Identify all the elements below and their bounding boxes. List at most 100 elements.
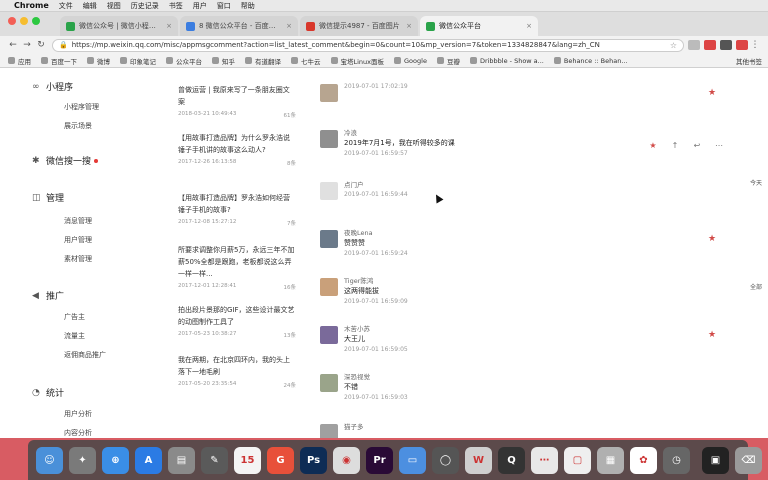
bookmark-item[interactable]: 百度一下 [41,56,77,66]
preview-icon[interactable]: ▤ [168,446,195,474]
bookmark-item[interactable]: 知乎 [212,56,235,66]
comment-nickname[interactable]: 深恐视觉 [344,372,644,382]
bookmark-item[interactable]: 微博 [87,56,110,66]
bookmark-item[interactable]: 宝塔Linux面板 [330,56,384,66]
avatar[interactable] [320,182,338,200]
pin-top-icon[interactable]: ↑ [664,141,686,150]
bookmark-item[interactable]: 公众平台 [166,56,202,66]
menu-item-history[interactable]: 历史记录 [131,1,159,11]
featured-star-icon[interactable]: ★ [708,88,716,98]
comment-nickname[interactable]: Tiger陈鸿 [344,276,644,286]
qq-icon[interactable]: Q [498,446,525,474]
bookmark-star-icon[interactable]: ☆ [670,41,677,50]
menu-item-edit[interactable]: 编辑 [83,1,97,11]
nav-item[interactable]: 展示场景 [64,121,92,131]
avatar[interactable] [320,374,338,392]
window-minimize-button[interactable] [20,17,28,25]
nav-section-2[interactable]: ◫ 管理 [32,191,64,205]
article-item[interactable]: 曾做运营 | 我原来写了一条朋友圈文案 2018-03-21 10:49:43 61… [178,84,296,119]
sketch-icon[interactable]: G [267,446,294,474]
wps-icon[interactable]: W [465,446,492,474]
launchpad-icon[interactable]: ✦ [69,446,96,474]
back-icon[interactable]: ← [6,40,20,50]
address-bar[interactable]: 🔒 https://mp.weixin.qq.com/misc/appmsgco… [52,38,684,52]
nav-item[interactable]: 广告主 [64,312,85,322]
bookmark-item[interactable]: 印象笔记 [120,56,156,66]
feature-star-icon[interactable]: ★ [642,141,664,150]
menu-item-view[interactable]: 视图 [107,1,121,11]
calendar-icon[interactable]: 15 [234,446,261,474]
menu-app-name[interactable]: Chrome [14,1,49,10]
trash-icon[interactable]: ⌫ [735,446,762,474]
extension-icon[interactable] [704,40,716,50]
wechat-icon[interactable]: ⋯ [531,446,558,474]
bookmark-item[interactable]: 豆瓣 [436,56,460,66]
reply-icon[interactable]: ↩ [686,141,708,150]
article-item[interactable]: 所要求调整你月薪5万，永远三年不加薪50%全都是跟跑，老板都说这么弄一样一样..… [178,244,296,291]
forward-icon[interactable]: → [20,40,34,50]
bookmark-item[interactable]: 有道翻译 [245,56,281,66]
nav-item[interactable]: 用户分析 [64,409,92,419]
avatar[interactable] [320,84,338,102]
more-icon[interactable]: ⋯ [708,141,730,150]
finder-icon[interactable]: ☺ [36,446,63,474]
other-bookmarks[interactable]: 其他书签 [736,56,762,66]
pen-icon[interactable]: ✎ [201,446,228,474]
stack-icon[interactable]: ▣ [702,446,729,474]
comment-nickname[interactable]: 点门户 [344,180,644,190]
bookmark-item[interactable]: 应用 [8,56,31,66]
side-filter-label[interactable]: 今天 [750,180,768,188]
photoshop-icon[interactable]: Ps [300,446,327,474]
bookmark-item[interactable]: 七牛云 [291,56,321,66]
keynote-icon[interactable]: ▭ [399,446,426,474]
menu-item-help[interactable]: 帮助 [241,1,255,11]
comment-nickname[interactable]: 木苦小苏 [344,324,644,334]
baidu-netdisk-icon[interactable]: ✿ [630,446,657,474]
menu-item-user[interactable]: 用户 [193,1,207,11]
clock-icon[interactable]: ◷ [663,446,690,474]
nav-item[interactable]: 内容分析 [64,428,92,438]
tab-close-icon[interactable]: × [522,22,532,30]
nav-item[interactable]: 消息管理 [64,216,92,226]
browser-tab[interactable]: 微信提示4987 - 百度图片 × [300,16,418,36]
extension-icon[interactable] [720,40,732,50]
side-filter-label[interactable]: 全部 [750,284,768,292]
opera-icon[interactable]: ◯ [432,446,459,474]
comment-nickname[interactable]: 冷浪 [344,128,644,138]
article-item[interactable]: 【用故事打造品牌】罗永浩如何经营锤子手机的故事? 2017-12-08 15:27… [178,192,296,227]
nav-item[interactable]: 素材管理 [64,254,92,264]
browser-tab[interactable]: 微信公众平台 × [420,16,538,36]
nav-item[interactable]: 小程序管理 [64,102,99,112]
appstore-icon[interactable]: A [135,446,162,474]
nav-section-0[interactable]: ∞ 小程序 [32,80,73,94]
nav-section-1[interactable]: ✱ 微信搜一搜 [32,154,99,167]
safari-icon[interactable]: ⊕ [102,446,129,474]
menu-item-window[interactable]: 窗口 [217,1,231,11]
browser-tab[interactable]: 8 微信公众平台 - 百度搜索 × [180,16,298,36]
menu-item-file[interactable]: 文件 [59,1,73,11]
article-item[interactable]: 拍出段片景那的GIF，这些设计最文艺的动图制作工具了 2017-05-23 10:… [178,304,296,339]
comment-nickname[interactable]: 夜晚Lena [344,228,644,238]
nav-section-3[interactable]: ◀ 推广 [32,289,64,303]
avatar[interactable] [320,230,338,248]
window-close-button[interactable] [8,17,16,25]
nav-item[interactable]: 流量主 [64,331,85,341]
menu-item-bookmarks[interactable]: 书签 [169,1,183,11]
premiere-icon[interactable]: Pr [366,446,393,474]
tab-close-icon[interactable]: × [402,22,412,30]
featured-star-icon[interactable]: ★ [708,234,716,244]
browser-tab[interactable]: 微信公众号 | 微信小程序数据助手× [60,16,178,36]
avatar[interactable] [320,326,338,344]
comment-nickname[interactable]: 猫子多 [344,422,644,432]
tab-close-icon[interactable]: × [282,22,292,30]
avatar[interactable] [320,278,338,296]
article-item[interactable]: 【用故事打造品牌】为什么罗永浩说锤子手机讲的故事这么动人? 2017-12-26 … [178,132,296,167]
featured-star-icon[interactable]: ★ [708,330,716,340]
extension-icon[interactable] [688,40,700,50]
menu-icon[interactable]: ⋮ [748,40,762,50]
gallery-icon[interactable]: ▦ [597,446,624,474]
profile-icon[interactable] [736,40,748,50]
bookmark-item[interactable]: Dribbble - Show a... [469,57,544,65]
avatar[interactable] [320,130,338,148]
reload-icon[interactable]: ↻ [34,40,48,50]
